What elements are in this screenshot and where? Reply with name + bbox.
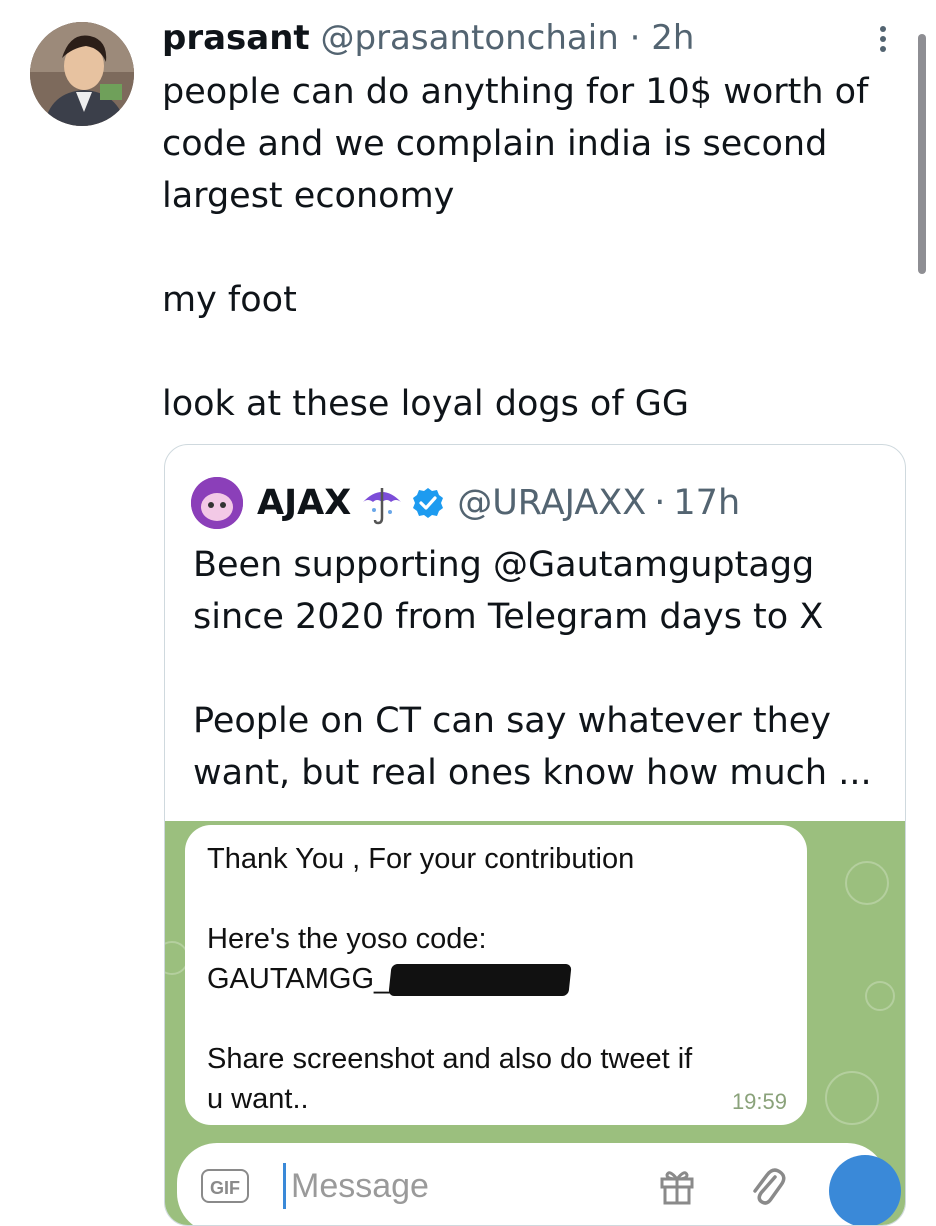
message-input[interactable]: Message bbox=[291, 1167, 429, 1206]
quoted-header-separator: · bbox=[654, 483, 666, 523]
message-line: Here's the yoso code: bbox=[207, 923, 487, 955]
telegram-screenshot-media[interactable]: Thank You , For your contribution Here's… bbox=[165, 821, 905, 1225]
profile-photo-icon bbox=[30, 22, 134, 126]
quoted-author-avatar[interactable] bbox=[191, 477, 243, 529]
message-time: 19:59 bbox=[731, 1089, 787, 1114]
author-avatar[interactable] bbox=[30, 22, 134, 126]
tweet-time[interactable]: 2h bbox=[651, 18, 694, 58]
avatar-image-icon bbox=[191, 477, 243, 529]
gift-icon[interactable] bbox=[657, 1165, 697, 1205]
tweet-line: people can do anything for 10$ worth of bbox=[162, 72, 869, 112]
tweet-line: look at these loyal dogs of GG bbox=[162, 384, 690, 424]
verified-badge-icon[interactable] bbox=[411, 486, 445, 520]
quoted-line: People on CT can say whatever they bbox=[193, 701, 832, 741]
quoted-line: want, but real ones know how much ... bbox=[193, 753, 872, 793]
author-handle[interactable]: @prasantonchain bbox=[321, 18, 619, 58]
quoted-tweet-text: Been supporting @Gautamguptagg since 202… bbox=[193, 539, 883, 799]
tweet-line: largest economy bbox=[162, 176, 455, 216]
tweet-header: prasant @prasantonchain · 2h bbox=[162, 14, 694, 62]
more-options-icon[interactable] bbox=[868, 22, 898, 62]
message-line: GAUTAMGG_ bbox=[207, 959, 787, 999]
tweet-line: code and we complain india is second bbox=[162, 124, 828, 164]
header-separator: · bbox=[629, 18, 641, 58]
quoted-tweet-time[interactable]: 17h bbox=[673, 475, 740, 531]
message-bubble: Thank You , For your contribution Here's… bbox=[185, 825, 807, 1125]
quoted-tweet-header: AJAX @URAJAXX · 17h bbox=[257, 475, 740, 531]
umbrella-icon bbox=[363, 488, 402, 525]
text-caret bbox=[283, 1163, 286, 1209]
author-name[interactable]: prasant bbox=[162, 18, 310, 58]
tweet-line: my foot bbox=[162, 280, 297, 320]
scrollbar[interactable] bbox=[918, 34, 926, 274]
quoted-line: since 2020 from Telegram days to X bbox=[193, 597, 824, 637]
quoted-tweet[interactable]: AJAX @URAJAXX · 17h Been supporting @Gau… bbox=[164, 444, 906, 1226]
quoted-author-name[interactable]: AJAX bbox=[257, 475, 351, 531]
redacted-code bbox=[388, 964, 572, 997]
quoted-author-handle[interactable]: @URAJAXX bbox=[457, 475, 646, 531]
message-input-bar: GIF Message bbox=[177, 1143, 901, 1225]
gif-button[interactable]: GIF bbox=[201, 1169, 249, 1203]
message-line: Share screenshot and also do tweet if bbox=[207, 1043, 693, 1075]
message-text: Thank You , For your contribution Here's… bbox=[207, 839, 787, 1119]
attach-icon[interactable] bbox=[747, 1163, 787, 1209]
tweet-text: people can do anything for 10$ worth of … bbox=[162, 66, 882, 430]
message-line: u want.. bbox=[207, 1083, 309, 1115]
code-prefix: GAUTAMGG_ bbox=[207, 963, 391, 995]
voice-send-button[interactable] bbox=[829, 1155, 901, 1225]
quoted-line: Been supporting @Gautamguptagg bbox=[193, 545, 815, 585]
message-line: Thank You , For your contribution bbox=[207, 843, 635, 875]
